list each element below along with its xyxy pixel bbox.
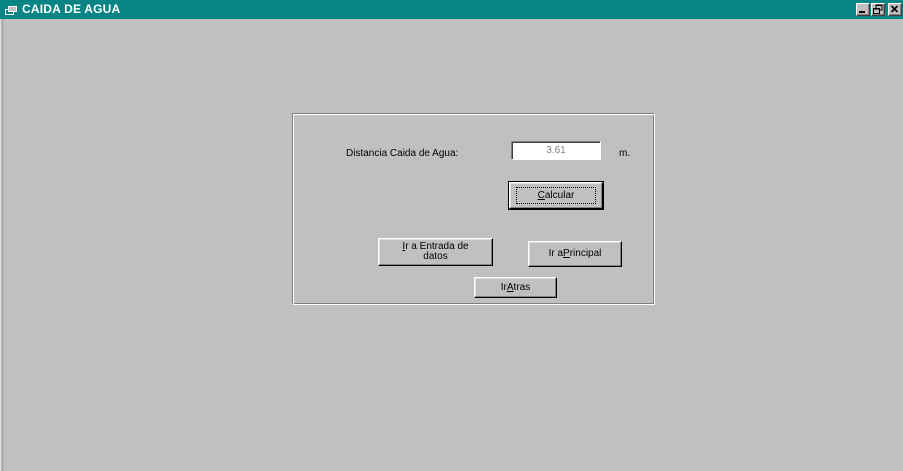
calcular-button[interactable]: Calcular — [508, 181, 604, 210]
app-system-menu-icon[interactable] — [5, 4, 17, 15]
distance-label: Distancia Caida de Agua: — [346, 148, 459, 159]
title-bar[interactable]: CAIDA DE AGUA — [0, 0, 903, 19]
close-icon — [890, 5, 899, 13]
distance-result-field[interactable] — [511, 141, 601, 160]
ir-atras-button[interactable]: Ir Atras — [474, 277, 557, 298]
principal-rest: rincipal — [569, 248, 602, 259]
minimize-icon — [859, 11, 865, 13]
atras-rest: tras — [513, 281, 531, 293]
principal-accel: P — [563, 248, 570, 259]
restore-button[interactable] — [871, 3, 885, 16]
close-button[interactable] — [888, 3, 902, 16]
principal-pre: Ir a — [548, 248, 564, 259]
restore-icon — [873, 4, 883, 14]
entrada-line2-text: datos — [423, 251, 448, 262]
calcular-label: alcular — [544, 189, 575, 201]
ir-entrada-datos-button[interactable]: Ir a Entrada de datos — [378, 238, 493, 266]
unit-label: m. — [619, 148, 631, 159]
caida-agua-panel: Distancia Caida de Agua: m. Calcular Ir … — [292, 113, 655, 305]
app-window: CAIDA DE AGUA Distancia Caida de Agua: m… — [0, 0, 903, 471]
minimize-button[interactable] — [856, 3, 870, 16]
window-left-border — [0, 19, 4, 471]
calcular-focus-rect: Calcular — [516, 187, 596, 204]
calcular-accel: C — [537, 189, 545, 201]
window-title: CAIDA DE AGUA — [22, 2, 121, 16]
atras-accel: A — [506, 281, 514, 293]
ir-principal-button[interactable]: Ir a Principal — [528, 241, 622, 267]
